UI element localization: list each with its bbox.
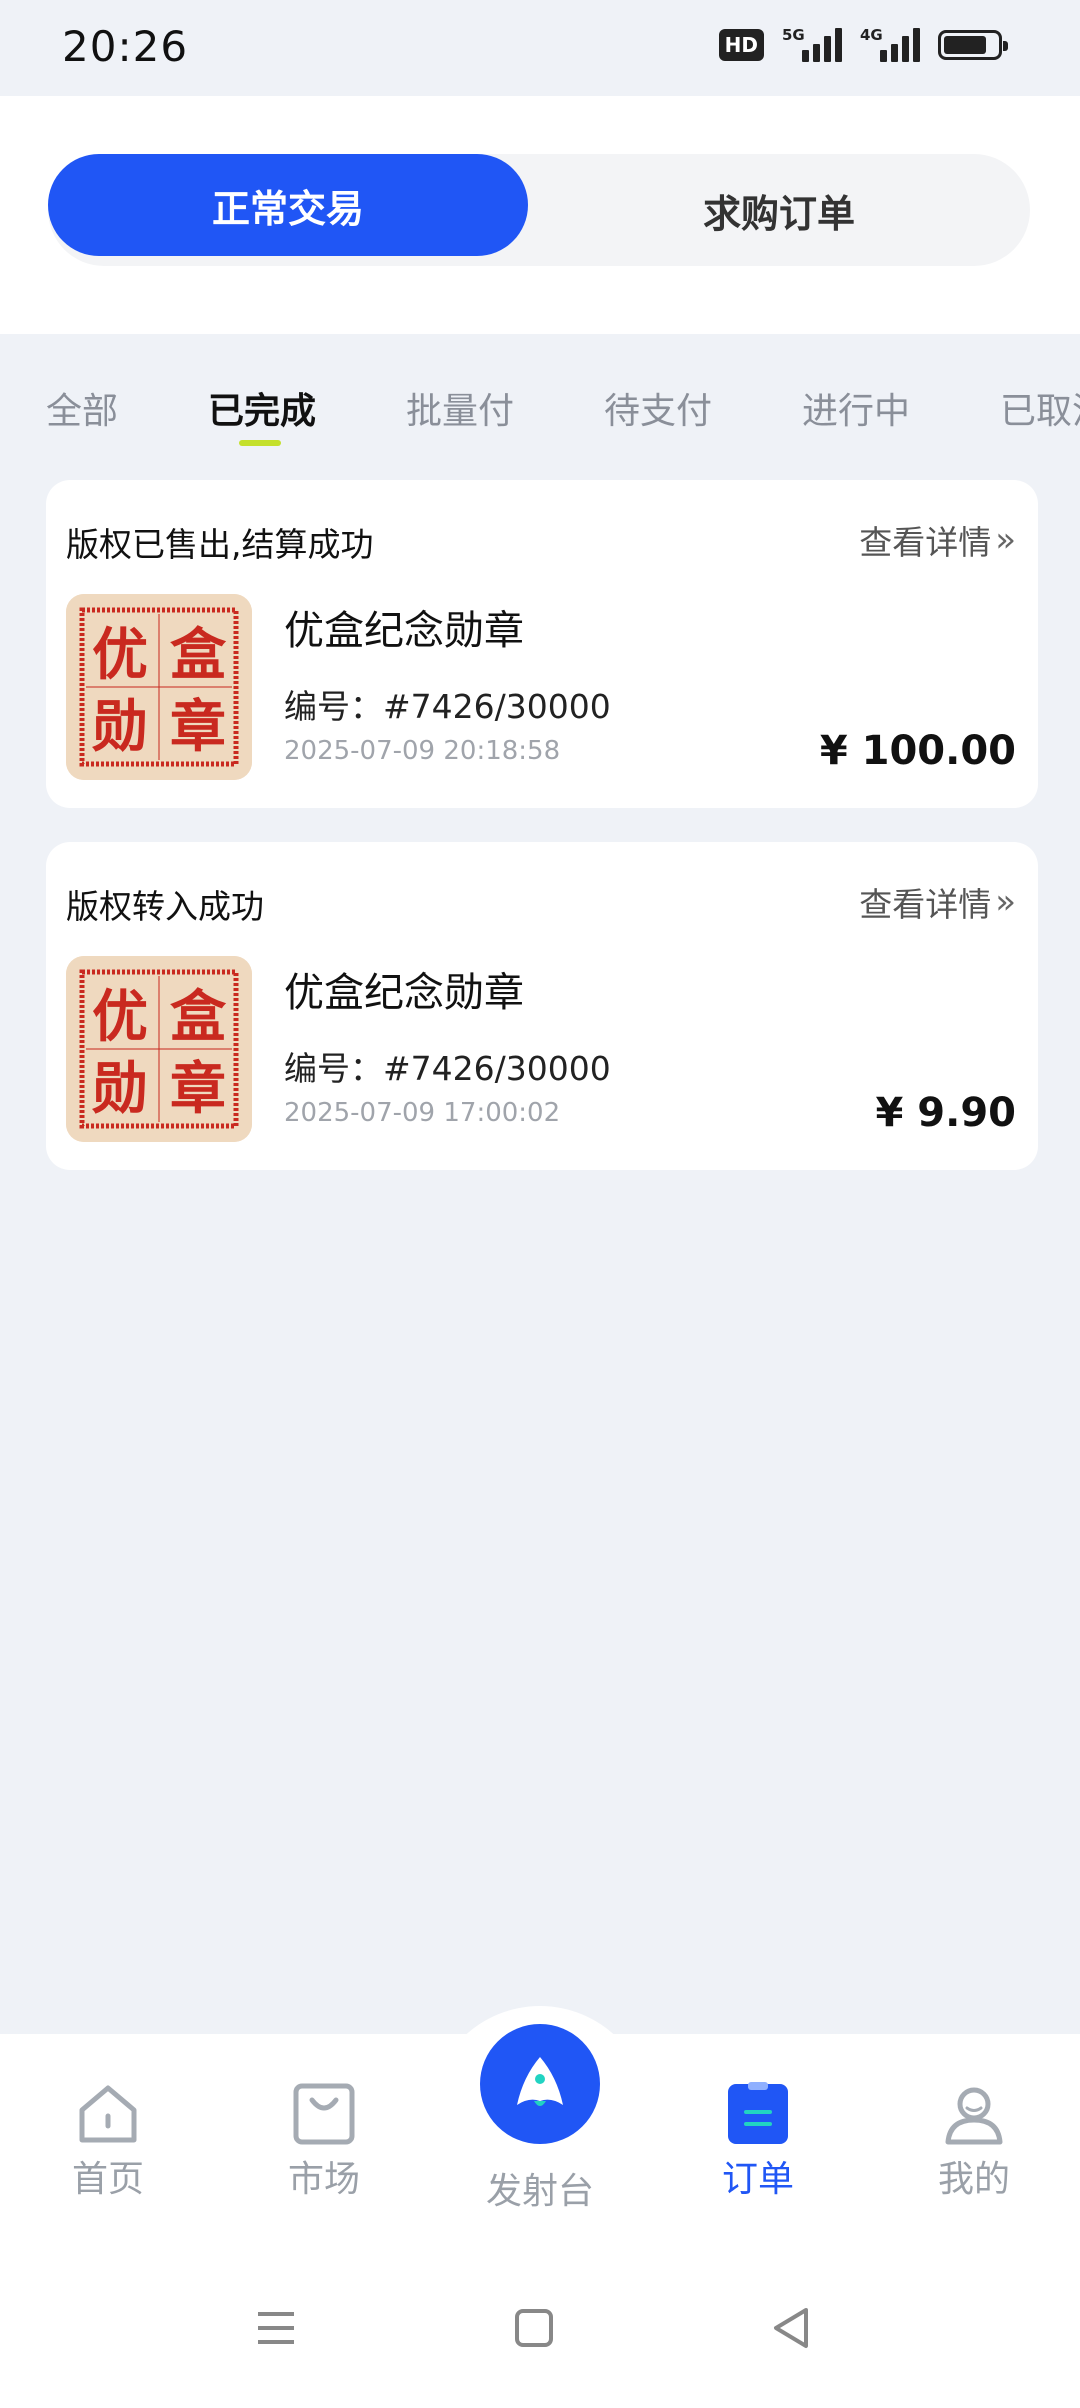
nav-item-orders[interactable]: 订单 — [688, 2082, 828, 2202]
signal-5g-icon: 5G — [782, 26, 842, 62]
view-details-label: 查看详情 — [859, 523, 992, 562]
order-status: 版权已售出,结算成功 — [66, 525, 374, 564]
svg-text:章: 章 — [170, 1056, 226, 1122]
view-details-label: 查看详情 — [859, 885, 992, 924]
tab-all[interactable]: 全部 — [46, 382, 118, 434]
double-chevron-right-icon: » — [995, 520, 1016, 560]
tab-completed[interactable]: 已完成 — [208, 382, 316, 434]
order-card[interactable]: 版权转入成功 查看详情 » 优 盒 勋 章 优盒纪念勋章 编号：#7426/30… — [46, 842, 1038, 1170]
market-bag-icon — [292, 2082, 356, 2146]
segment-normal-trade[interactable]: 正常交易 — [48, 154, 528, 256]
order-clipboard-icon — [726, 2082, 790, 2146]
tab-pending-payment[interactable]: 待支付 — [604, 382, 712, 434]
trade-type-segment: 正常交易 求购订单 — [48, 154, 1030, 266]
svg-text:勋: 勋 — [92, 694, 148, 760]
order-price: ¥ 9.90 — [875, 1090, 1016, 1136]
bottom-nav: 首页 市场 发射台 订单 我的 — [0, 2006, 1080, 2258]
item-title: 优盒纪念勋章 — [284, 970, 524, 1016]
menu-icon[interactable] — [246, 2298, 306, 2358]
nav-item-launchpad[interactable] — [480, 2024, 600, 2144]
home-square-icon[interactable] — [504, 2298, 564, 2358]
tab-in-progress[interactable]: 进行中 — [802, 382, 910, 434]
status-bar: 20:26 HD 5G 4G — [0, 0, 1080, 96]
svg-text:勋: 勋 — [92, 1056, 148, 1122]
home-icon — [76, 2082, 140, 2146]
nav-item-profile[interactable]: 我的 — [904, 2082, 1044, 2202]
view-details-link[interactable]: 查看详情 » — [859, 516, 1016, 564]
status-time: 20:26 — [62, 22, 189, 71]
nav-label-launchpad: 发射台 — [485, 2171, 594, 2212]
tab-batch-pay[interactable]: 批量付 — [406, 382, 514, 434]
tab-cancelled[interactable]: 已取消 — [1000, 382, 1080, 434]
svg-text:盒: 盒 — [170, 984, 227, 1050]
item-title: 优盒纪念勋章 — [284, 608, 524, 654]
profile-icon — [942, 2082, 1006, 2146]
medal-seal-image: 优 盒 勋 章 — [66, 594, 252, 780]
svg-text:章: 章 — [170, 694, 226, 760]
svg-text:优: 优 — [92, 622, 148, 688]
order-timestamp: 2025-07-09 17:00:02 — [284, 1098, 561, 1128]
svg-text:盒: 盒 — [170, 622, 227, 688]
segment-section: 正常交易 求购订单 — [0, 96, 1080, 334]
order-price: ¥ 100.00 — [819, 728, 1016, 774]
item-serial-number: 编号：#7426/30000 — [284, 1049, 611, 1088]
double-chevron-right-icon: » — [995, 882, 1016, 922]
item-serial-number: 编号：#7426/30000 — [284, 687, 611, 726]
active-tab-indicator — [239, 440, 281, 446]
battery-icon — [938, 30, 1008, 60]
svg-text:优: 优 — [92, 984, 148, 1050]
order-timestamp: 2025-07-09 20:18:58 — [284, 736, 561, 766]
nav-item-market[interactable]: 市场 — [254, 2082, 394, 2202]
hd-voice-icon: HD — [718, 29, 764, 61]
view-details-link[interactable]: 查看详情 » — [859, 878, 1016, 926]
order-card[interactable]: 版权已售出,结算成功 查看详情 » 优 盒 勋 章 优盒纪念勋章 编号：#742… — [46, 480, 1038, 808]
nav-item-home[interactable]: 首页 — [38, 2082, 178, 2202]
medal-seal-image: 优 盒 勋 章 — [66, 956, 252, 1142]
rocket-icon — [517, 2057, 563, 2106]
signal-4g-icon: 4G — [860, 26, 920, 62]
back-icon[interactable] — [762, 2298, 822, 2358]
order-status-tabs: 全部 已完成 批量付 待支付 进行中 已取消 — [0, 334, 1080, 454]
status-icons: HD 5G 4G — [718, 26, 1008, 62]
segment-purchase-orders[interactable]: 求购订单 — [528, 154, 1030, 266]
order-status: 版权转入成功 — [66, 887, 264, 926]
system-nav-bar — [0, 2258, 1080, 2408]
